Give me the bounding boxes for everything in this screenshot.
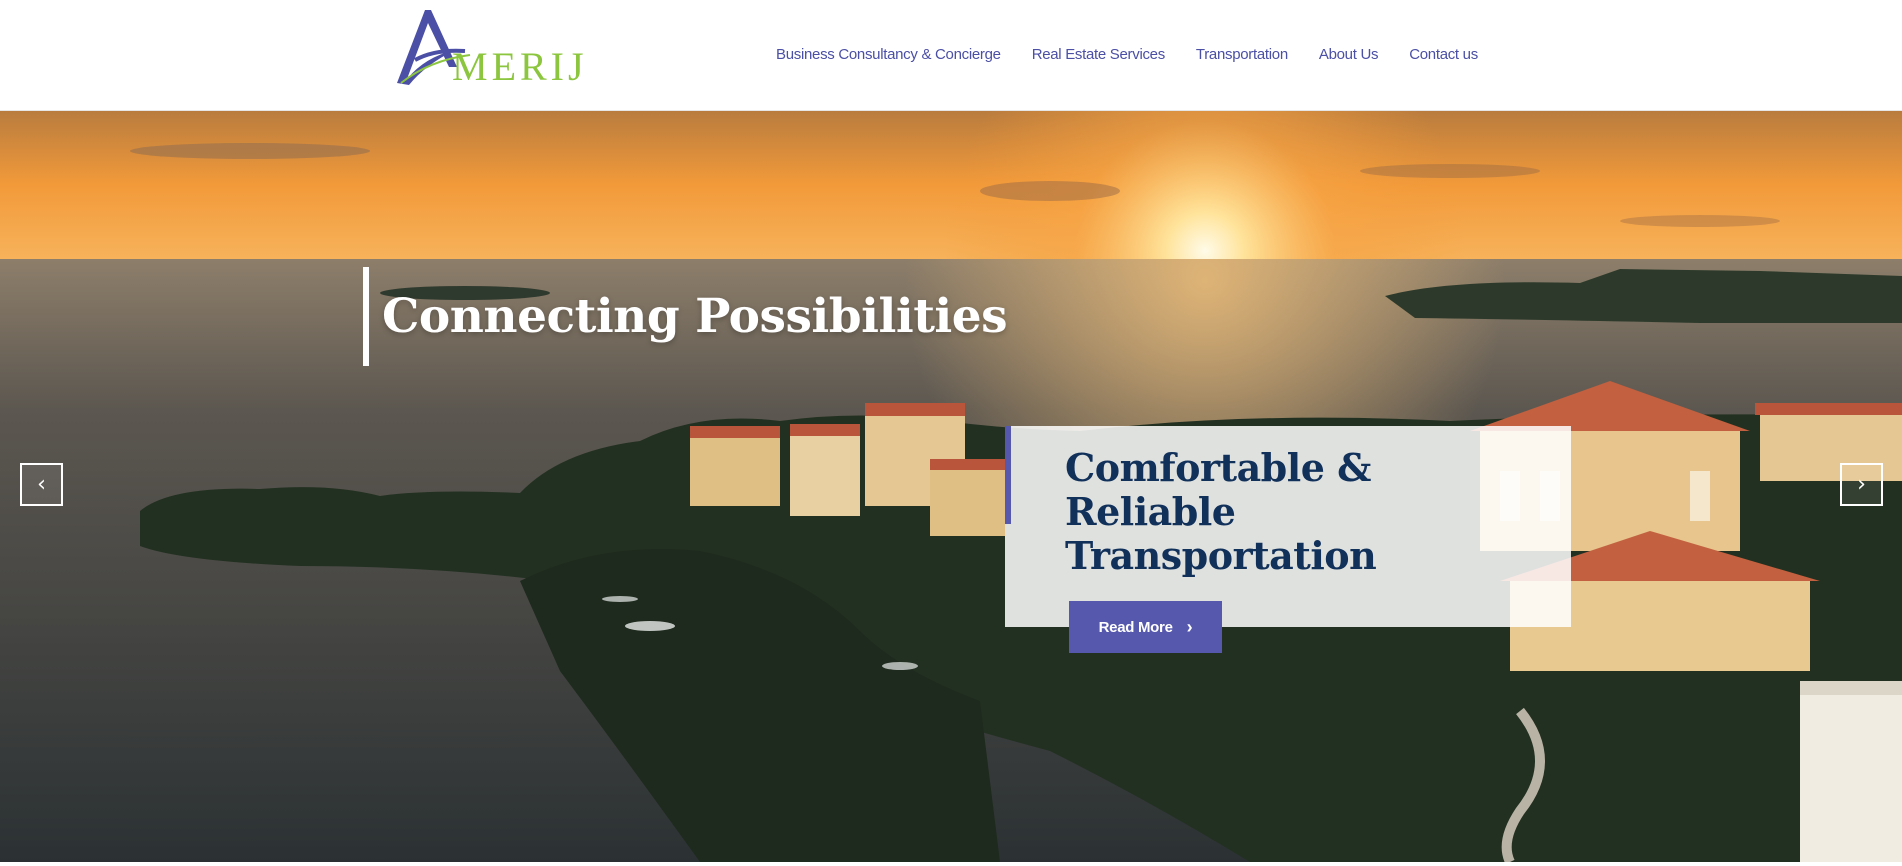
hero-tagline-text: Connecting Possibilities [382,289,1008,344]
nav-item-transportation[interactable]: Transportation [1196,46,1288,63]
nav-item-business-consultancy[interactable]: Business Consultancy & Concierge [776,46,1001,63]
slide-title: Comfortable & Reliable Transportation [1065,445,1377,578]
slide-caption-card: Comfortable & Reliable Transportation Re… [1005,426,1571,653]
hero-tagline: Connecting Possibilities [363,267,1008,366]
main-nav: Business Consultancy & Concierge Real Es… [776,46,1509,63]
slider-prev-button[interactable]: ‹ [20,463,63,506]
site-header: MERIJ Business Consultancy & Concierge R… [0,0,1902,111]
logo-wordmark: MERIJ [452,44,588,89]
amerij-logo[interactable]: MERIJ [395,5,584,89]
read-more-button[interactable]: Read More › [1069,601,1222,653]
chevron-left-icon: ‹ [37,472,46,497]
chevron-right-icon: › [1857,472,1866,497]
nav-item-real-estate[interactable]: Real Estate Services [1032,46,1166,63]
read-more-label: Read More [1098,618,1173,636]
slider-next-button[interactable]: › [1840,463,1883,506]
nav-item-contact-us[interactable]: Contact us [1409,46,1478,63]
caption-accent-bar [1005,426,1011,524]
nav-item-about-us[interactable]: About Us [1319,46,1379,63]
chevron-right-icon: › [1186,616,1193,637]
hero-background-image [0,111,1902,862]
hero-slider: Connecting Possibilities Comfortable & R… [0,111,1902,862]
